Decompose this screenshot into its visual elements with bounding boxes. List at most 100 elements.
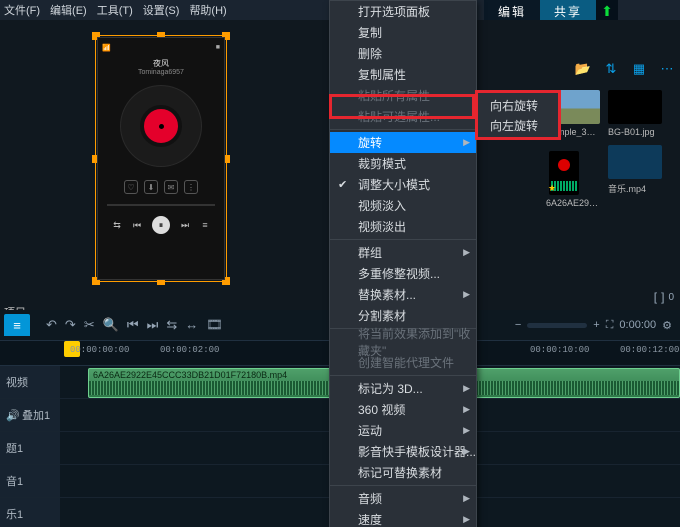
track-artist: Tominaga6957: [138, 69, 184, 76]
timeline-tools: ↶ ↷ ✂ 🔍 ⏮ ⏭ ⇆ ↔ 🎞: [46, 317, 223, 333]
tool-icon[interactable]: ⇆: [166, 317, 177, 333]
menu-tools[interactable]: 工具(T): [97, 2, 133, 18]
mark-out-icon[interactable]: ]: [661, 290, 664, 304]
menu-item[interactable]: 视频淡出: [330, 216, 476, 237]
more-icon: ⋮: [184, 180, 198, 194]
phone-progress: [107, 204, 216, 206]
tool-icon[interactable]: ⏭: [147, 317, 159, 333]
menu-item[interactable]: 复制属性: [330, 64, 476, 85]
menu-settings[interactable]: 设置(S): [143, 2, 180, 18]
timeline-right-controls: − + ⛶ 0:00:00 ⚙: [515, 319, 672, 332]
status-left: 📶: [102, 44, 111, 52]
menu-item[interactable]: 复制: [330, 22, 476, 43]
settings-icon[interactable]: ⚙: [662, 319, 672, 332]
thumb-caption: 6A26AE2922E4...: [546, 198, 600, 208]
menu-item[interactable]: 分割素材: [330, 305, 476, 326]
menu-item[interactable]: 替换素材...▶: [330, 284, 476, 305]
menu-item[interactable]: 视频淡入: [330, 195, 476, 216]
phone-preview: 📶 ■ 夜风 Tominaga6957 ♡ ⬇ ✉ ⋮ ⇆ ⏮ ⏸ ⏭ ≡: [97, 37, 225, 280]
menu-item[interactable]: 群组▶: [330, 242, 476, 263]
thumb-item[interactable]: 音乐.mp4: [608, 145, 662, 208]
pause-icon: ⏸: [152, 216, 170, 234]
heart-icon: ♡: [124, 180, 138, 194]
thumb-item[interactable]: ★ 6A26AE2922E4...: [546, 145, 600, 208]
ruler-tick: 00:00:02:00: [160, 345, 219, 355]
phone-mini-controls: ♡ ⬇ ✉ ⋮: [124, 180, 198, 194]
speaker-icon[interactable]: 🔊: [6, 409, 18, 421]
track-header[interactable]: 乐1: [0, 498, 60, 527]
upload-icon[interactable]: ⬆: [596, 0, 618, 22]
selected-clip-frame[interactable]: 📶 ■ 夜风 Tominaga6957 ♡ ⬇ ✉ ⋮ ⇆ ⏮ ⏸ ⏭ ≡: [95, 35, 227, 282]
prev-icon: ⏮: [132, 220, 142, 230]
menu-file[interactable]: 文件(F): [4, 2, 40, 18]
thumb-caption: BG-B01.jpg: [608, 127, 662, 137]
menu-item[interactable]: 裁剪模式: [330, 153, 476, 174]
thumb-item[interactable]: BG-B01.jpg: [608, 90, 662, 137]
menu-item[interactable]: 删除: [330, 43, 476, 64]
tool-icon[interactable]: ⏮: [127, 317, 139, 333]
list-icon: ≡: [200, 220, 210, 230]
mark-pos: 0: [668, 292, 674, 303]
context-menu[interactable]: 打开选项面板复制删除复制属性粘贴所有属性粘贴可选属性... 旋转▶裁剪模式调整大小…: [329, 0, 477, 527]
folder-icon[interactable]: 📂: [574, 60, 592, 78]
track-title: 夜风: [153, 58, 169, 69]
menu-item[interactable]: 多重修整视频...: [330, 263, 476, 284]
thumb-image: [608, 90, 662, 124]
comment-icon: ✉: [164, 180, 178, 194]
thumb-caption: 音乐.mp4: [608, 182, 662, 195]
menu-item[interactable]: 旋转▶: [330, 132, 476, 153]
next-icon: ⏭: [180, 220, 190, 230]
tool-icon[interactable]: 🎞: [206, 317, 223, 333]
rotate-left[interactable]: 向左旋转: [478, 115, 558, 135]
tab-share[interactable]: 共享: [540, 0, 596, 22]
record-disc: [121, 86, 201, 166]
zoom-slider[interactable]: [527, 323, 587, 328]
menu-item[interactable]: 打开选项面板: [330, 1, 476, 22]
menu-item[interactable]: 音频▶: [330, 488, 476, 509]
options-icon[interactable]: ⋯: [658, 60, 676, 78]
tab-edit[interactable]: 编辑: [484, 0, 540, 22]
track-header[interactable]: 题1: [0, 432, 60, 464]
menu-item: 创建智能代理文件: [330, 352, 476, 373]
tool-icon[interactable]: ✂: [84, 317, 95, 333]
menu-item[interactable]: 360 视频▶: [330, 399, 476, 420]
timecode-display: 0:00:00: [619, 319, 656, 331]
rotate-right[interactable]: 向右旋转: [478, 95, 558, 115]
status-right: ■: [216, 44, 220, 52]
right-tabs: 编辑 共享 ⬆: [484, 0, 618, 22]
menu-item[interactable]: 运动▶: [330, 420, 476, 441]
menu-item[interactable]: 调整大小模式✔: [330, 174, 476, 195]
menu-edit[interactable]: 编辑(E): [50, 2, 87, 18]
sort-icon[interactable]: ⇅: [602, 60, 620, 78]
undo-icon[interactable]: ↶: [46, 317, 57, 333]
phone-transport: ⇆ ⏮ ⏸ ⏭ ≡: [112, 216, 210, 234]
clip-name: 6A26AE2922E45CCC33DB21D01F72180B.mp4: [89, 369, 291, 381]
menu-item[interactable]: 速度▶: [330, 509, 476, 527]
library-toolbar: 📂 ⇅ ▦ ⋯: [574, 60, 676, 78]
menu-item[interactable]: 影音快手模板设计器...▶: [330, 441, 476, 462]
zoom-out-icon[interactable]: −: [515, 319, 521, 331]
tool-icon[interactable]: ↔: [185, 317, 198, 333]
fit-icon[interactable]: ⛶: [606, 319, 614, 332]
menu-item: 粘贴可选属性...: [330, 106, 476, 127]
track-header[interactable]: 视频: [0, 366, 60, 398]
download-icon: ⬇: [144, 180, 158, 194]
grid-icon[interactable]: ▦: [630, 60, 648, 78]
thumb-image: [608, 145, 662, 179]
menu-item[interactable]: 标记为 3D...▶: [330, 378, 476, 399]
mark-in-icon[interactable]: [: [654, 290, 657, 304]
timeline-tab-icon[interactable]: ≡: [4, 314, 30, 336]
track-header[interactable]: 音1: [0, 465, 60, 497]
rotate-submenu[interactable]: 向右旋转 向左旋转: [475, 90, 561, 140]
ruler-tick: 00:00:12:00: [620, 345, 679, 355]
star-icon: ★: [548, 183, 556, 194]
ruler-tick: 00:00:10:00: [530, 345, 589, 355]
redo-icon[interactable]: ↷: [65, 317, 76, 333]
tool-icon[interactable]: 🔍: [103, 317, 119, 333]
ruler-tick: 00:00:00:00: [70, 345, 129, 355]
track-header[interactable]: 🔊叠加1: [0, 399, 60, 431]
menu-item[interactable]: 标记可替换素材: [330, 462, 476, 483]
menu-item: 粘贴所有属性: [330, 85, 476, 106]
zoom-in-icon[interactable]: +: [593, 319, 599, 331]
menu-help[interactable]: 帮助(H): [189, 2, 226, 18]
